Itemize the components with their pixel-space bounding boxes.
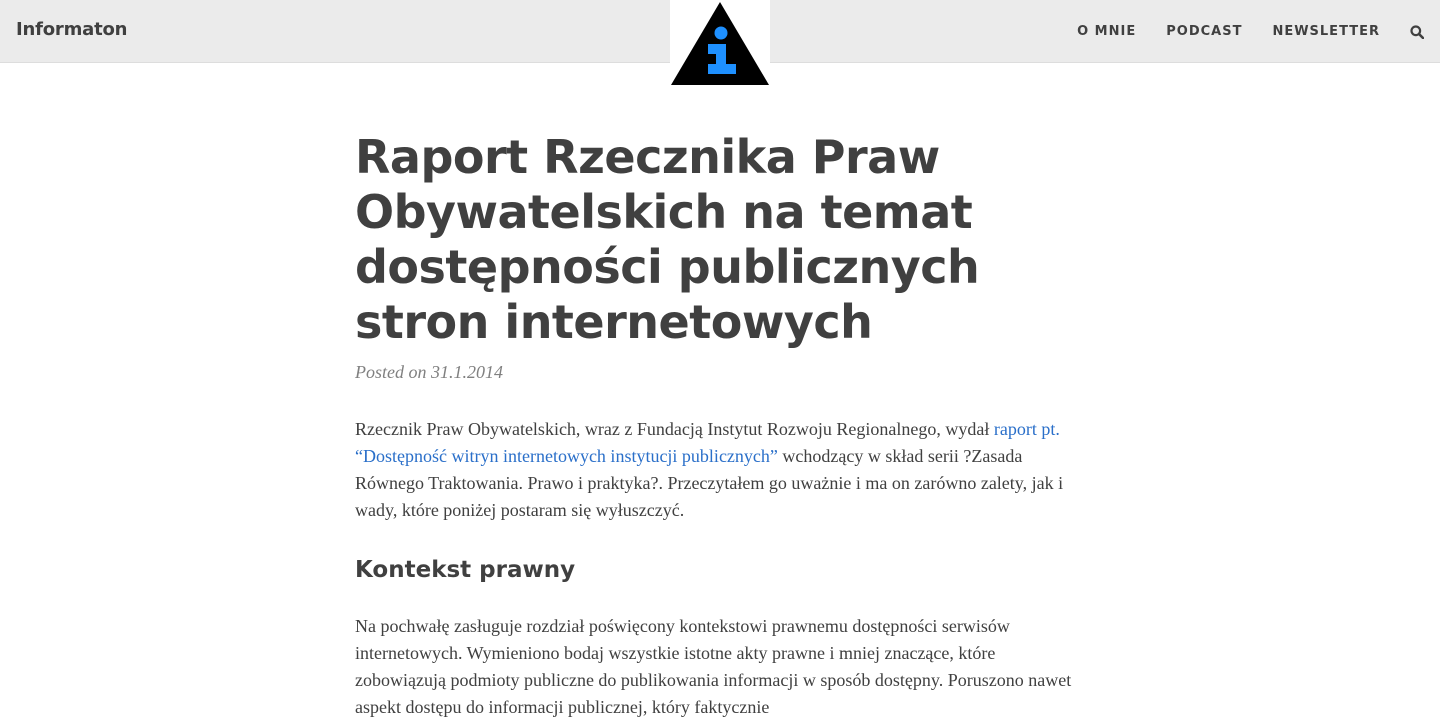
search-icon[interactable]	[1410, 25, 1424, 39]
nav-link-podcast[interactable]: PODCAST	[1166, 24, 1242, 39]
navbar: Informaton O MNIE PODCAST NEWSLETTER	[0, 0, 1440, 87]
site-logo[interactable]	[670, 0, 770, 87]
nav-links: O MNIE PODCAST NEWSLETTER	[1077, 24, 1380, 39]
info-triangle-logo-icon	[671, 2, 769, 85]
legal-context-paragraph: Na pochwałę zasługuje rozdział poświęcon…	[355, 616, 1072, 717]
nav-link-o-mnie[interactable]: O MNIE	[1077, 24, 1136, 39]
intro-paragraph: Rzecznik Praw Obywatelskich, wraz z Fund…	[355, 416, 1085, 524]
post-title: Raport Rzecznika Praw Obywatelskich na t…	[355, 130, 980, 349]
section-heading: Kontekst prawny	[355, 557, 576, 583]
intro-text-start: Rzecznik Praw Obywatelskich, wraz z Fund…	[355, 419, 994, 439]
brand-link[interactable]: Informaton	[16, 19, 127, 40]
article: Raport Rzecznika Praw Obywatelskich na t…	[355, 130, 1085, 720]
post-meta: Posted on 31.1.2014	[355, 362, 503, 382]
nav-link-newsletter[interactable]: NEWSLETTER	[1272, 24, 1380, 39]
